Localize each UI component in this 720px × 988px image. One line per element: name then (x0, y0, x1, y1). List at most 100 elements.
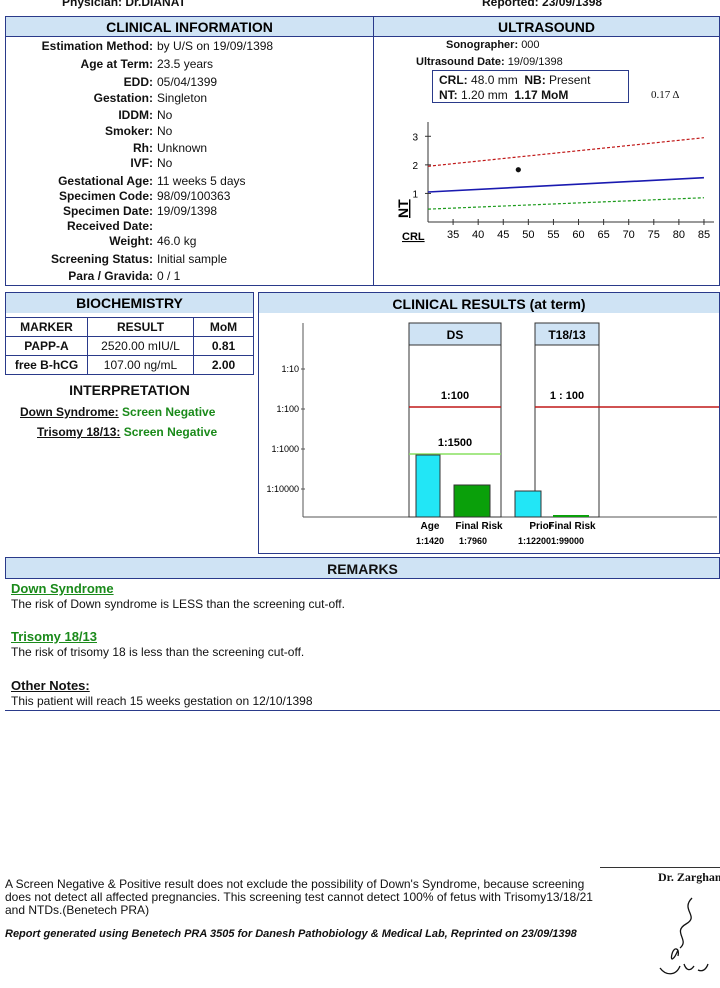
remarks-title: REMARKS (327, 561, 398, 577)
clinical-row: Specimen Code: 98/09/100363 (6, 189, 230, 203)
risk-y-tick-label: 1:1000 (271, 444, 299, 454)
clinical-row-value: 11 weeks 5 days (157, 174, 246, 188)
biochem-table: MARKER RESULT MoM PAPP-A 2520.00 mIU/L 0… (5, 317, 254, 375)
physician-name: Dr.DIANAT (125, 0, 186, 9)
clinical-row-value: 05/04/1399 (157, 75, 218, 89)
clinical-row: IDDM: No (6, 108, 172, 122)
biochem-title: BIOCHEMISTRY (6, 293, 253, 313)
nt-delta: 0.17 Δ (651, 89, 680, 101)
crl-label: CRL: (439, 73, 468, 87)
disclaimer-text: A Screen Negative & Positive result does… (5, 877, 593, 917)
patient-point (515, 167, 521, 173)
median-line (427, 176, 705, 193)
risk-label: Final Risk (455, 521, 503, 532)
clinical-row-label: Gestation: (93, 91, 153, 105)
clinical-row-value: No (157, 124, 173, 138)
header-mom: MoM (193, 317, 254, 337)
biochem-panel: BIOCHEMISTRY (5, 292, 254, 318)
risk-y-tick-label: 1:100 (276, 404, 299, 414)
marker-cell: PAPP-A (5, 336, 88, 356)
t18-prior-bar (514, 490, 542, 518)
nt-crl-chart: 1 2 3 35 40 45 50 55 60 65 70 75 80 85 NT CRL (395, 122, 714, 243)
interpretation-title: INTERPRETATION (69, 382, 190, 398)
biochem-header-row: MARKER RESULT MoM (5, 317, 254, 337)
risk-chart: 1:10 1:100 1:1000 1:10000 DS T18/13 1:100 1:150… (266, 322, 719, 546)
x-tick-label: 40 (472, 229, 484, 241)
lower-line (427, 197, 704, 210)
remarks-ds-text: The risk of Down syndrome is LESS than t… (11, 597, 345, 611)
ds-cutoff-label: 1:100 (441, 390, 469, 402)
clinical-row-label: IVF: (130, 156, 153, 170)
clinical-row-label: Gestational Age: (58, 174, 153, 188)
clinical-row: Weight: 46.0 kg (6, 234, 196, 248)
reported-date: 23/09/1398 (542, 0, 603, 9)
clinical-row: Gestation: Singleton (6, 91, 207, 105)
risk-y-tick-label: 1:10 (281, 364, 299, 374)
clinical-row: Age at Term: 23.5 years (6, 57, 214, 71)
table-row: PAPP-A 2520.00 mIU/L 0.81 (5, 336, 254, 356)
clinical-row-value: No (157, 156, 173, 170)
physician-label: Physician: (62, 0, 123, 9)
clinical-row-label: Smoker: (104, 124, 153, 138)
clinical-row-value: 46.0 kg (157, 234, 197, 248)
upper-line (427, 137, 705, 167)
risk-label: Final Risk (548, 521, 596, 532)
clinical-row-value: Unknown (157, 141, 208, 155)
crl-value: 48.0 mm (471, 73, 518, 87)
ds-age-bar (415, 454, 441, 518)
risk-value: 1:122001:99000 (518, 536, 584, 546)
clinical-row: Gestational Age: 11 weeks 5 days (6, 174, 246, 188)
result-cell: 107.00 ng/mL (87, 355, 194, 375)
interp-ds-value: Screen Negative (122, 405, 216, 419)
result-cell: 2520.00 mIU/L (87, 336, 194, 356)
y-tick-label: 3 (412, 132, 418, 143)
mom-cell: 2.00 (193, 355, 254, 375)
x-tick-label: 60 (572, 229, 584, 241)
remarks-header: REMARKS (5, 557, 720, 579)
clinical-row-label: IDDM: (118, 108, 153, 122)
signature-icon (659, 897, 709, 975)
clinical-row: Estimation Method: by U/S on 19/09/1398 (6, 39, 273, 53)
nt-value: 1.20 mm (461, 88, 508, 102)
clinical-info-title: CLINICAL INFORMATION (6, 17, 373, 37)
interp-ds-row: Down Syndrome: Screen Negative (20, 405, 215, 419)
clinical-row: Screening Status: Initial sample (6, 252, 227, 266)
remarks-divider (5, 710, 720, 711)
signature-line (600, 867, 720, 868)
sonographer-value: 000 (521, 39, 540, 51)
clinical-row-value: 23.5 years (157, 57, 214, 71)
risk-label: Age (421, 521, 440, 532)
us-date-label: Ultrasound Date: (416, 56, 505, 68)
physician-line: Physician: Dr.DIANAT (62, 0, 186, 9)
y-tick-label: 1 (412, 189, 418, 200)
x-tick-label: 85 (698, 229, 710, 241)
interp-t18-label: Trisomy 18/13: (37, 425, 121, 439)
x-tick-label: 75 (648, 229, 660, 241)
clinical-row-label: Specimen Code: (58, 189, 153, 203)
clinical-row-label: Screening Status: (50, 252, 153, 266)
clinical-info-panel: CLINICAL INFORMATION Estimation Method: b… (5, 16, 374, 286)
interp-t18-value: Screen Negative (123, 425, 218, 439)
report-generated-line: Report generated using Benetech PRA 3505… (5, 928, 577, 940)
nt-mom: 1.17 MoM (514, 88, 569, 102)
clinical-row-label: Age at Term: (80, 57, 153, 71)
clinical-row: Smoker: No (6, 124, 172, 138)
clinical-row: Received Date: (6, 219, 157, 233)
remarks-notes-title: Other Notes: (11, 678, 90, 693)
clinical-row-value: Initial sample (157, 252, 228, 266)
clinical-row: IVF: No (6, 156, 172, 170)
clinical-row: EDD: 05/04/1399 (6, 75, 217, 89)
clinical-row-label: Received Date: (66, 219, 153, 233)
remarks-t18-title: Trisomy 18/13 (11, 629, 97, 644)
y-tick-label: 2 (412, 161, 418, 172)
clinical-row-value: Singleton (157, 91, 208, 105)
risk-value: 1:7960 (459, 536, 487, 546)
marker-cell: free B-hCG (5, 355, 88, 375)
clinical-row-value: by U/S on 19/09/1398 (157, 39, 274, 53)
clinical-results-title: CLINICAL RESULTS (at term) (259, 293, 719, 313)
nb-label: NB: (524, 73, 546, 87)
us-date-row: Ultrasound Date: 19/09/1398 (416, 56, 563, 68)
clinical-row: Specimen Date: 19/09/1398 (6, 204, 217, 218)
x-tick-label: 65 (597, 229, 609, 241)
clinical-row: Rh: Unknown (6, 141, 207, 155)
